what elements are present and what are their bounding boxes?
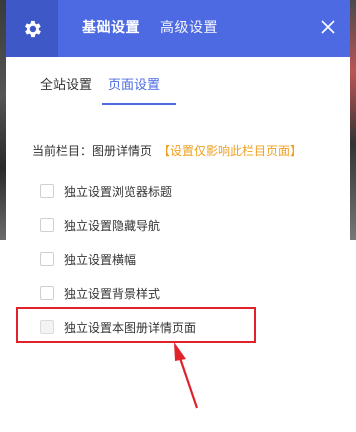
highlight-annotation-box [16,307,256,343]
option-hide-navigation[interactable]: 独立设置隐藏导航 [40,216,160,234]
checkbox[interactable] [40,286,54,300]
option-label: 独立设置背景样式 [64,286,161,301]
settings-panel: 基础设置 高级设置 全站设置 页面设置 当前栏目：图册详情页 【设置仅影响此栏目页… [6,0,350,432]
gear-icon [25,20,41,37]
close-icon[interactable] [320,19,336,35]
background-page-right [350,0,356,240]
active-subtab-indicator [102,103,176,105]
tab-advanced-settings[interactable]: 高级设置 [160,17,218,37]
subtab-page-settings[interactable]: 页面设置 [108,74,160,93]
checkbox[interactable] [40,218,54,232]
option-label: 独立设置隐藏导航 [64,218,161,233]
subtab-bar: 全站设置 页面设置 [6,57,350,107]
tab-basic-settings[interactable]: 基础设置 [82,17,140,37]
option-label: 独立设置横幅 [64,252,137,267]
option-banner[interactable]: 独立设置横幅 [40,250,136,268]
screenshot: 基础设置 高级设置 全站设置 页面设置 当前栏目：图册详情页 【设置仅影响此栏目页… [0,0,356,432]
option-label: 独立设置浏览器标题 [64,184,173,199]
current-column-label: 当前栏目：图册详情页 [32,144,153,158]
option-background-style[interactable]: 独立设置背景样式 [40,284,160,302]
current-column-note: 【设置仅影响此栏目页面】 [158,144,303,158]
panel-header: 基础设置 高级设置 [6,0,350,57]
option-browser-title[interactable]: 独立设置浏览器标题 [40,182,172,200]
settings-button[interactable] [6,0,58,57]
checkbox[interactable] [40,252,54,266]
subtab-site-settings[interactable]: 全站设置 [40,74,92,93]
current-column-info: 当前栏目：图册详情页 【设置仅影响此栏目页面】 [32,142,302,159]
checkbox[interactable] [40,184,54,198]
